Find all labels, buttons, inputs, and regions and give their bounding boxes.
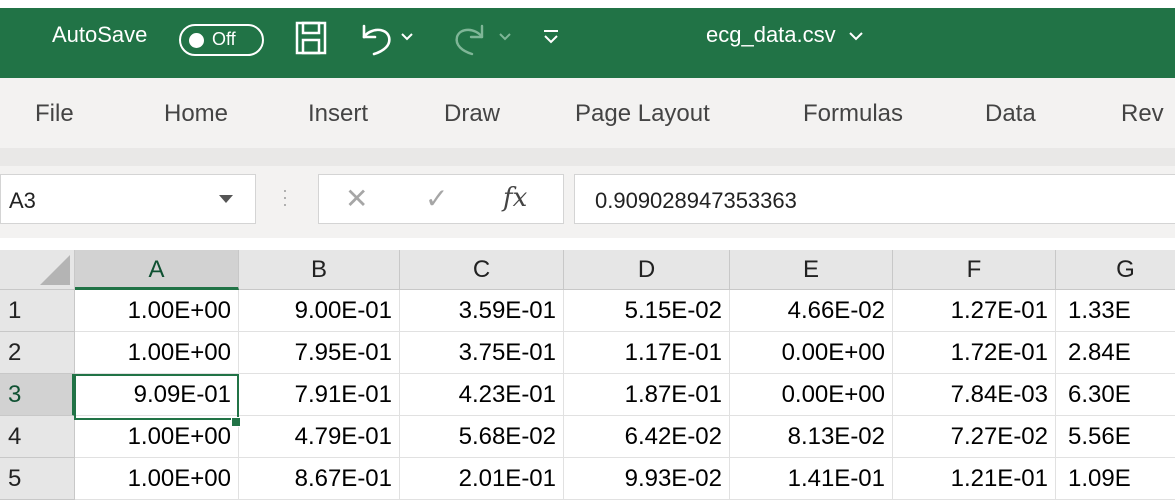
table-cell[interactable]: 0.00E+00 [730, 374, 893, 416]
row-header[interactable]: 4 [0, 416, 75, 458]
cancel-icon[interactable]: ✕ [345, 182, 368, 215]
table-cell[interactable]: 1.00E+00 [75, 332, 239, 374]
undo-dropdown-chevron-icon[interactable] [400, 30, 414, 70]
formula-buttons: ✕ ✓ fx [318, 174, 564, 224]
tab-page-layout[interactable]: Page Layout [575, 100, 710, 128]
row-header[interactable]: 2 [0, 332, 75, 374]
enter-check-icon[interactable]: ✓ [425, 182, 448, 215]
table-cell[interactable]: 7.95E-01 [239, 332, 400, 374]
table-cell[interactable]: 4.23E-01 [400, 374, 564, 416]
table-cell[interactable]: 7.84E-03 [893, 374, 1056, 416]
table-cell[interactable]: 1.09E [1056, 458, 1175, 500]
ribbon-collapsed-area [0, 148, 1175, 166]
column-header-a[interactable]: A [75, 250, 239, 290]
table-cell[interactable]: 2.84E [1056, 332, 1175, 374]
save-icon[interactable] [295, 20, 327, 60]
column-header-f[interactable]: F [893, 250, 1056, 290]
chevron-down-icon [848, 22, 864, 48]
autosave-toggle[interactable]: Off [179, 24, 264, 56]
select-all-triangle-icon [40, 255, 70, 285]
insert-function-icon[interactable]: fx [503, 183, 527, 213]
table-cell[interactable]: 2.01E-01 [400, 458, 564, 500]
table-cell[interactable]: 3.75E-01 [400, 332, 564, 374]
table-cell[interactable]: 0.00E+00 [730, 332, 893, 374]
name-box-value: A3 [9, 188, 36, 213]
table-cell[interactable]: 6.30E [1056, 374, 1175, 416]
splitter-handle-icon[interactable]: · · · [282, 181, 288, 213]
table-cell[interactable]: 4.79E-01 [239, 416, 400, 458]
select-all-corner[interactable] [0, 250, 75, 290]
fill-handle[interactable] [231, 417, 241, 427]
name-box[interactable]: A3 [0, 174, 256, 224]
table-cell[interactable]: 9.93E-02 [564, 458, 730, 500]
column-header-e[interactable]: E [730, 250, 893, 290]
tab-home[interactable]: Home [164, 100, 228, 128]
row-header[interactable]: 3 [0, 374, 75, 416]
toggle-knob [189, 33, 204, 48]
table-cell[interactable]: 5.56E [1056, 416, 1175, 458]
autosave-state: Off [212, 29, 236, 49]
title-bar-top-margin [0, 0, 1175, 8]
table-cell[interactable]: 1.00E+00 [75, 458, 239, 500]
table-cell[interactable]: 7.27E-02 [893, 416, 1056, 458]
table-cell[interactable]: 1.00E+00 [75, 290, 239, 332]
ribbon-tabs: File Home Insert Draw Page Layout Formul… [0, 78, 1175, 148]
column-header-c[interactable]: C [400, 250, 564, 290]
formula-value: 0.909028947353363 [595, 188, 797, 213]
undo-icon[interactable] [356, 20, 396, 60]
redo-dropdown-chevron-icon[interactable] [498, 30, 512, 70]
table-cell[interactable]: 8.13E-02 [730, 416, 893, 458]
table-cell[interactable]: 7.91E-01 [239, 374, 400, 416]
table-cell[interactable]: 3.59E-01 [400, 290, 564, 332]
table-cell[interactable]: 1.33E [1056, 290, 1175, 332]
table-cell[interactable]: 9.09E-01 [75, 374, 239, 416]
customize-qat-icon[interactable] [542, 28, 560, 68]
title-bar: AutoSave Off ecg_data.csv [0, 0, 1175, 78]
column-header-g[interactable]: G [1056, 250, 1175, 290]
spreadsheet-grid[interactable]: A B C D E F G 1 1.00E+00 9.00E-01 3.59E-01 5.15E-02… [0, 250, 1175, 504]
redo-icon[interactable] [450, 20, 490, 60]
table-cell[interactable]: 1.87E-01 [564, 374, 730, 416]
table-cell[interactable]: 1.41E-01 [730, 458, 893, 500]
document-name: ecg_data.csv [706, 22, 836, 47]
row-header[interactable]: 5 [0, 458, 75, 500]
row-header[interactable]: 1 [0, 290, 75, 332]
tab-formulas[interactable]: Formulas [803, 100, 903, 128]
table-cell[interactable]: 1.21E-01 [893, 458, 1056, 500]
document-title[interactable]: ecg_data.csv [706, 22, 864, 48]
autosave-label: AutoSave [52, 22, 148, 47]
table-cell[interactable]: 1.72E-01 [893, 332, 1056, 374]
tab-file[interactable]: File [35, 100, 74, 128]
table-cell[interactable]: 1.00E+00 [75, 416, 239, 458]
table-cell[interactable]: 1.17E-01 [564, 332, 730, 374]
table-cell[interactable]: 5.15E-02 [564, 290, 730, 332]
table-cell[interactable]: 6.42E-02 [564, 416, 730, 458]
column-header-d[interactable]: D [564, 250, 730, 290]
tab-review[interactable]: Rev [1121, 100, 1164, 128]
column-header-b[interactable]: B [239, 250, 400, 290]
table-cell[interactable]: 9.00E-01 [239, 290, 400, 332]
formula-bar: A3 · · · ✕ ✓ fx 0.909028947353363 [0, 166, 1175, 238]
table-cell[interactable]: 8.67E-01 [239, 458, 400, 500]
tab-data[interactable]: Data [985, 100, 1036, 128]
name-box-dropdown-icon[interactable] [219, 195, 233, 203]
formula-input[interactable]: 0.909028947353363 [574, 174, 1175, 224]
table-cell[interactable]: 1.27E-01 [893, 290, 1056, 332]
table-cell[interactable]: 4.66E-02 [730, 290, 893, 332]
tab-insert[interactable]: Insert [308, 100, 368, 128]
tab-draw[interactable]: Draw [444, 100, 500, 128]
table-cell[interactable]: 5.68E-02 [400, 416, 564, 458]
